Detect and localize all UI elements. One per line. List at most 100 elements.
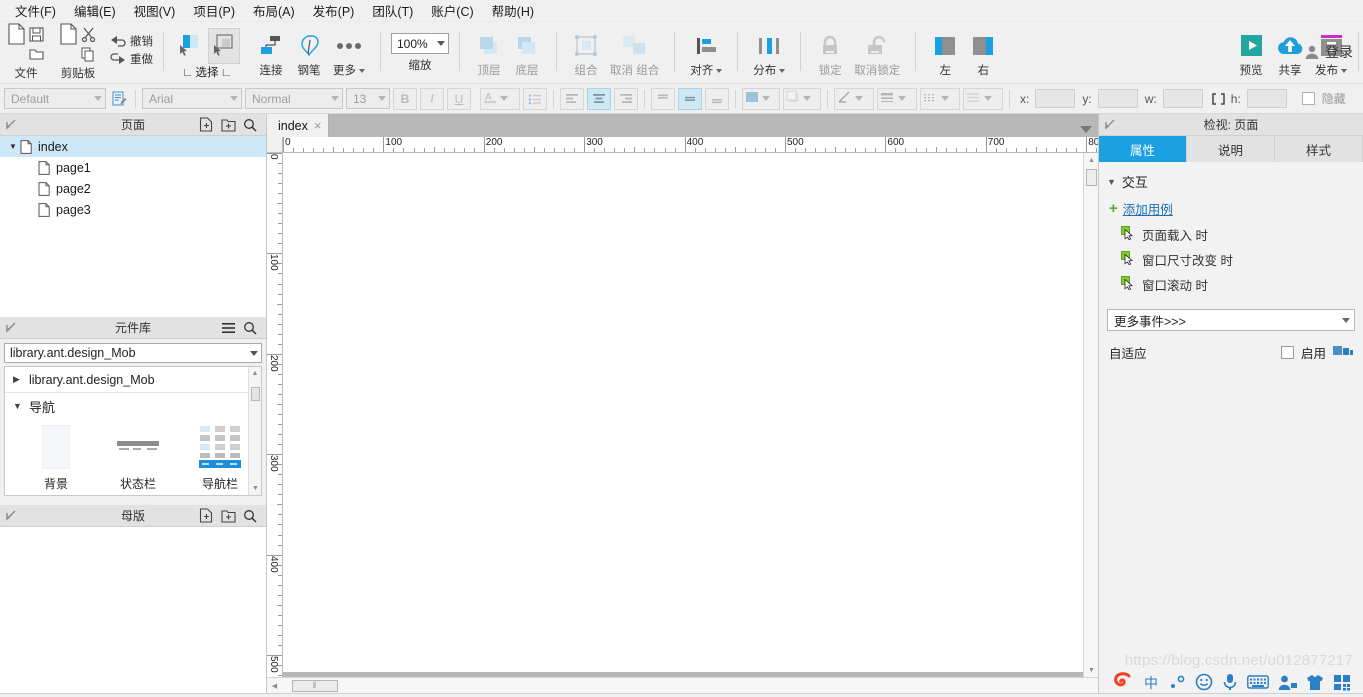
- login-button[interactable]: 登录: [1304, 42, 1353, 62]
- open-folder-icon[interactable]: [26, 45, 46, 63]
- canvas-vertical-scrollbar[interactable]: ▲ ▼: [1083, 153, 1098, 677]
- emoji-icon[interactable]: [1195, 673, 1213, 691]
- align-left-button[interactable]: [560, 87, 584, 110]
- menu-icon[interactable]: [220, 320, 236, 336]
- scroll-down-icon[interactable]: ▼: [249, 482, 261, 495]
- scroll-up-icon[interactable]: ▲: [1084, 153, 1098, 167]
- library-group-nav[interactable]: ▼ 导航: [5, 393, 261, 419]
- ruler-corner[interactable]: [267, 137, 283, 153]
- library-widget-statusbar[interactable]: 状态栏: [97, 423, 179, 492]
- align-button[interactable]: 对齐: [685, 28, 727, 81]
- scrollbar-thumb[interactable]: ⦀: [292, 680, 338, 692]
- style-select[interactable]: Default: [4, 88, 106, 109]
- user-icon[interactable]: [1278, 674, 1297, 691]
- collapse-pages-icon[interactable]: [0, 119, 22, 131]
- more-tools-button[interactable]: 更多: [328, 28, 370, 81]
- toolbox-icon[interactable]: [1333, 674, 1351, 691]
- toggle-right-panel-button[interactable]: 右: [964, 28, 1002, 81]
- collapse-inspector-icon[interactable]: [1099, 119, 1121, 131]
- line-width-button[interactable]: [877, 87, 917, 110]
- tab-overflow-icon[interactable]: [1080, 126, 1092, 133]
- menu-item-help[interactable]: 帮助(H): [483, 0, 543, 22]
- shadow-button[interactable]: [783, 87, 821, 110]
- send-to-back-button[interactable]: 底层: [508, 28, 546, 81]
- canvas-tab-index[interactable]: index ×: [267, 114, 330, 137]
- group-button[interactable]: 组合: [567, 28, 605, 81]
- connect-button[interactable]: 连接: [252, 28, 290, 81]
- add-case-link[interactable]: 添加用例: [1123, 199, 1173, 218]
- align-center-button[interactable]: [587, 87, 611, 110]
- lock-button[interactable]: 锁定: [811, 28, 849, 81]
- adaptive-views-icon[interactable]: [1333, 344, 1353, 361]
- menu-item-layout[interactable]: 布局(A): [244, 0, 304, 22]
- zoom-select[interactable]: 100%: [391, 33, 449, 54]
- sogou-logo-icon[interactable]: [1110, 670, 1134, 694]
- menu-item-view[interactable]: 视图(V): [125, 0, 185, 22]
- tab-style[interactable]: 样式: [1275, 136, 1363, 162]
- event-row-window-resize[interactable]: 窗口尺寸改变 时: [1099, 247, 1363, 272]
- valign-top-button[interactable]: [651, 87, 675, 110]
- search-icon[interactable]: [242, 508, 258, 524]
- menu-item-team[interactable]: 团队(T): [363, 0, 422, 22]
- save-icon[interactable]: [26, 25, 46, 43]
- page-tree-item-page2[interactable]: page2: [0, 178, 266, 199]
- distribute-button[interactable]: 分布: [748, 28, 790, 81]
- tab-properties[interactable]: 属性: [1099, 136, 1187, 162]
- bullet-list-button[interactable]: [523, 87, 547, 110]
- scroll-up-icon[interactable]: ▲: [249, 367, 261, 380]
- redo-button[interactable]: 重做: [110, 50, 153, 68]
- collapse-master-icon[interactable]: [0, 510, 22, 522]
- font-family-select[interactable]: Arial: [142, 88, 242, 109]
- library-root-node[interactable]: ▶ library.ant.design_Mob: [5, 367, 261, 393]
- horizontal-ruler[interactable]: 0 100 200 300 400 500 600 700 80: [283, 137, 1098, 153]
- chinese-mode-icon[interactable]: 中: [1143, 674, 1160, 691]
- h-input[interactable]: [1246, 89, 1287, 108]
- voice-icon[interactable]: [1222, 673, 1238, 691]
- toolbar-file-group[interactable]: 文件: [0, 22, 52, 83]
- ungroup-button[interactable]: 取消 组合: [605, 28, 664, 81]
- collapse-library-icon[interactable]: [0, 322, 22, 334]
- underline-button[interactable]: U: [447, 87, 471, 110]
- font-weight-select[interactable]: Normal: [245, 88, 343, 109]
- canvas-horizontal-scrollbar[interactable]: ◀ ⦀: [267, 677, 1098, 693]
- valign-bottom-button[interactable]: [705, 87, 729, 110]
- event-row-window-scroll[interactable]: 窗口滚动 时: [1099, 272, 1363, 297]
- punctuation-icon[interactable]: [1169, 674, 1186, 691]
- select-region-button[interactable]: [208, 28, 240, 64]
- italic-button[interactable]: I: [420, 87, 444, 110]
- arrow-style-button[interactable]: [963, 87, 1003, 110]
- master-tree[interactable]: [0, 527, 266, 693]
- close-icon[interactable]: ×: [314, 118, 322, 133]
- new-file-icon[interactable]: [6, 23, 26, 45]
- chevron-down-icon[interactable]: ▼: [1107, 177, 1116, 187]
- add-page-icon[interactable]: [198, 117, 214, 133]
- hidden-checkbox[interactable]: [1301, 92, 1315, 105]
- toolbar-clipboard-group[interactable]: 剪贴板: [52, 22, 104, 83]
- tab-notes[interactable]: 说明: [1187, 136, 1275, 162]
- align-right-button[interactable]: [614, 87, 638, 110]
- add-folder-icon[interactable]: [220, 508, 236, 524]
- add-folder-icon[interactable]: [220, 117, 236, 133]
- lock-aspect-icon[interactable]: [1211, 91, 1227, 107]
- page-tree-item-page3[interactable]: page3: [0, 199, 266, 220]
- pen-button[interactable]: 钢笔: [290, 28, 328, 81]
- library-widget-background[interactable]: 背景: [15, 423, 97, 492]
- style-manager-icon[interactable]: [109, 91, 129, 107]
- select-mode-button[interactable]: [174, 28, 206, 64]
- menu-item-file[interactable]: 文件(F): [6, 0, 65, 22]
- expand-arrow-icon[interactable]: ▼: [6, 142, 20, 151]
- scroll-left-icon[interactable]: ◀: [267, 678, 282, 693]
- search-icon[interactable]: [242, 117, 258, 133]
- library-select[interactable]: library.ant.design_Mob: [4, 343, 262, 363]
- scroll-down-icon[interactable]: ▼: [1084, 663, 1098, 677]
- cut-icon[interactable]: [78, 25, 98, 43]
- add-master-icon[interactable]: [198, 508, 214, 524]
- bring-to-front-button[interactable]: 顶层: [470, 28, 508, 81]
- page-tree-item-index[interactable]: ▼ index: [0, 136, 266, 157]
- search-icon[interactable]: [242, 320, 258, 336]
- chevron-right-icon[interactable]: ▶: [13, 374, 29, 385]
- toggle-left-panel-button[interactable]: 左: [926, 28, 964, 81]
- y-input[interactable]: [1097, 89, 1138, 108]
- x-input[interactable]: [1035, 89, 1076, 108]
- undo-button[interactable]: 撤销: [110, 32, 153, 50]
